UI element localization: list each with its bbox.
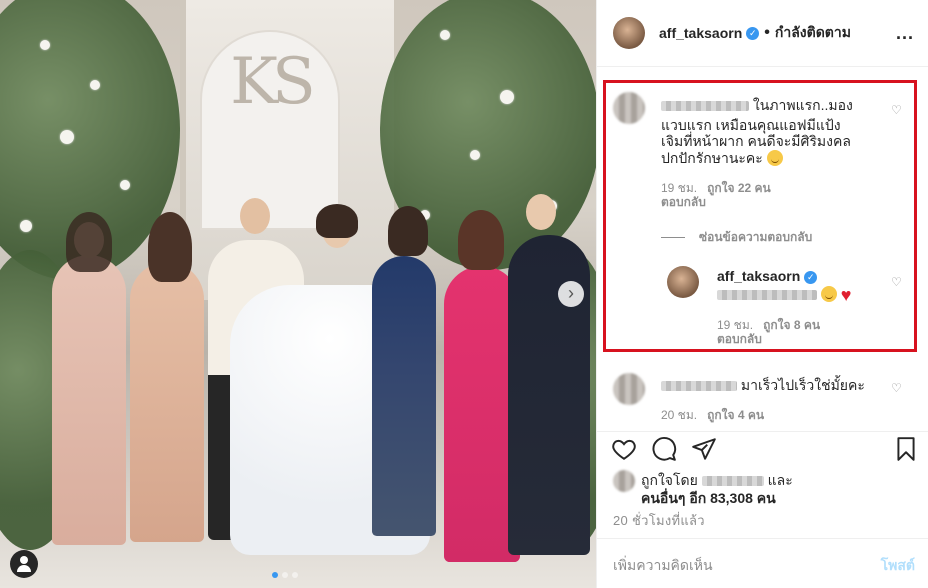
person-1-hair	[66, 212, 112, 272]
add-comment-bar: เพิ่มความคิดเห็น โพสต์	[597, 538, 928, 588]
bride-hair	[316, 204, 358, 238]
reply-username[interactable]: aff_taksaorn	[717, 268, 800, 284]
reply-username-line: aff_taksaorn ✓	[717, 267, 818, 285]
person-5-hair	[388, 206, 428, 256]
separator-bullet: •	[764, 24, 770, 41]
person-1	[52, 255, 126, 545]
liked-by-and: และ	[767, 472, 793, 488]
liked-by-prefix: ถูกใจโดย	[641, 472, 698, 488]
person-7-head	[526, 194, 556, 230]
person-2-hair	[148, 212, 192, 282]
post-comment-button[interactable]: โพสต์	[881, 555, 915, 577]
comment-line-1: ในภาพแรก..มอง	[661, 96, 853, 114]
groom-head	[240, 198, 270, 234]
smiling-emoji-icon	[766, 150, 783, 166]
comment2-time: 20 ชม.	[661, 408, 698, 422]
verified-badge-icon: ✓	[746, 26, 760, 40]
carousel-dot	[292, 572, 298, 578]
flower	[500, 90, 514, 104]
comment-line-4: ปกปักรักษานะคะ	[661, 149, 783, 167]
comment-text-4: ปกปักรักษานะคะ	[661, 150, 763, 166]
flower	[40, 40, 50, 50]
post-header: aff_taksaorn ✓ • กำลังติดตาม ...	[597, 0, 928, 67]
commenter-avatar[interactable]	[613, 373, 645, 405]
author-username[interactable]: aff_taksaorn	[659, 25, 742, 41]
comment-reply-button[interactable]: ตอบกลับ	[661, 195, 706, 210]
hide-replies-button[interactable]: ซ่อนข้อความตอบกลับ	[661, 228, 812, 247]
commenter-name-blurred[interactable]	[661, 101, 749, 112]
comment2-line: มาเร็วไปเร็วใช่มั้ยคะ	[661, 376, 865, 394]
liker-avatar[interactable]	[613, 470, 635, 492]
comment-text-3: เจิมที่หน้าผาก คนดีจะมีศิริมงคล	[661, 133, 851, 149]
person-6-hair	[458, 210, 504, 270]
comment-text-1: ในภาพแรก..มอง	[752, 97, 853, 113]
reply-likes[interactable]: ถูกใจ 8 คน	[763, 318, 820, 332]
monogram: KS	[230, 45, 316, 119]
comment2-meta: 20 ชม. ถูกใจ 4 คน	[661, 408, 764, 423]
smiling-emoji-icon	[820, 286, 837, 302]
reply-text-line: ♥	[717, 285, 851, 304]
comment-time: 19 ชม.	[661, 181, 698, 195]
flower	[60, 130, 74, 144]
add-comment-input[interactable]: เพิ่มความคิดเห็น	[613, 555, 843, 577]
likes-count[interactable]: คนอื่นๆ อีก 83,308 คน	[641, 488, 776, 510]
comment-bubble-icon[interactable]	[651, 436, 677, 462]
carousel-dot	[282, 572, 288, 578]
post-photo[interactable]: KS ›	[0, 0, 596, 588]
commenter-name-blurred[interactable]	[661, 381, 737, 392]
next-photo-button[interactable]: ›	[558, 281, 584, 307]
following-button[interactable]: กำลังติดตาม	[775, 22, 851, 44]
liker-name-blurred[interactable]	[701, 476, 764, 487]
comment2-text: มาเร็วไปเร็วใช่มั้ยคะ	[740, 377, 865, 393]
like-comment-heart-icon[interactable]: ♡	[891, 104, 903, 116]
flower	[440, 30, 450, 40]
flower	[90, 80, 100, 90]
post-action-bar	[597, 431, 928, 471]
comments-section[interactable]: ในภาพแรก..มอง แวบแรก เหมือนคุณแอฟมีแป้ง …	[597, 68, 928, 431]
flower	[20, 220, 32, 232]
red-heart-icon: ♥	[840, 285, 852, 305]
more-options-icon[interactable]: ...	[896, 23, 914, 44]
flower	[470, 150, 480, 160]
reply-meta: 19 ชม. ถูกใจ 8 คน	[717, 318, 820, 333]
carousel-dot-active	[272, 572, 278, 578]
commenter-avatar[interactable]	[613, 92, 645, 124]
author-avatar[interactable]	[613, 17, 645, 49]
comment-likes[interactable]: ถูกใจ 22 คน	[707, 181, 771, 195]
carousel-dots	[272, 572, 298, 578]
post-timestamp[interactable]: 20 ชั่วโมงที่แล้ว	[613, 510, 705, 531]
flower	[120, 180, 130, 190]
person-5	[372, 256, 436, 536]
person-2	[130, 262, 204, 542]
save-bookmark-icon[interactable]	[893, 436, 919, 462]
comment-meta: 19 ชม. ถูกใจ 22 คน	[661, 181, 771, 196]
like-reply-heart-icon[interactable]: ♡	[891, 276, 903, 288]
like-comment-heart-icon[interactable]: ♡	[891, 382, 903, 394]
mention-blurred[interactable]	[717, 290, 817, 301]
reply-time: 19 ชม.	[717, 318, 754, 332]
like-heart-icon[interactable]	[611, 436, 637, 462]
reply-reply-button[interactable]: ตอบกลับ	[717, 332, 762, 347]
verified-badge-icon: ✓	[804, 271, 818, 284]
comment2-likes[interactable]: ถูกใจ 4 คน	[707, 408, 764, 422]
reply-author-avatar[interactable]	[667, 266, 699, 298]
share-plane-icon[interactable]	[691, 436, 717, 462]
tagged-users-icon[interactable]	[10, 550, 38, 578]
post-side-panel: aff_taksaorn ✓ • กำลังติดตาม ... ในภาพแร…	[596, 0, 928, 588]
